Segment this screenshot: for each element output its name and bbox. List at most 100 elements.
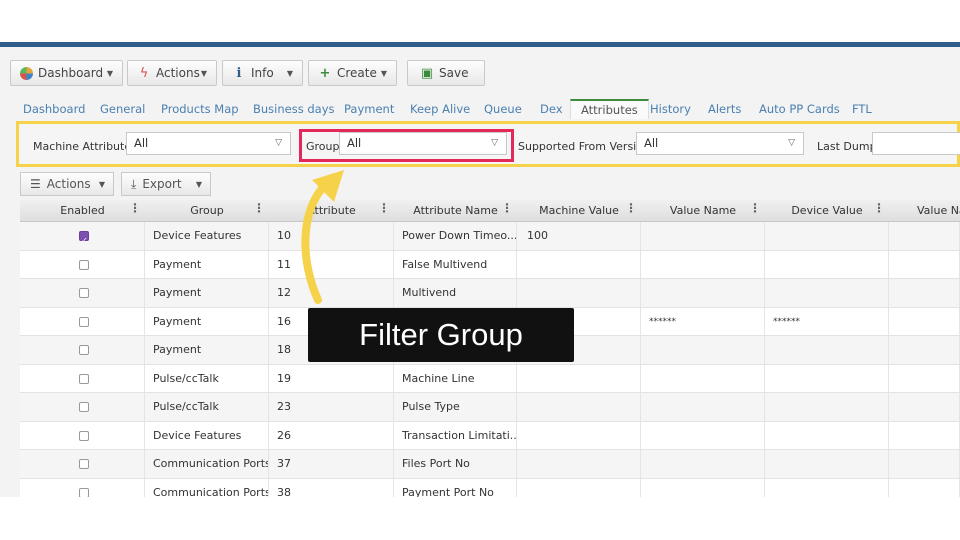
create-button[interactable]: + Create ▼ [308, 60, 397, 86]
chevron-down-icon: ▼ [380, 69, 387, 78]
table-row[interactable]: Device Features10Power Down Timeo...100 [20, 222, 960, 251]
cell-value-name [641, 222, 765, 250]
cell-value-name-2 [889, 250, 960, 279]
supported-from-version-select[interactable]: All ▽ [636, 132, 804, 155]
cell-device-value [765, 336, 889, 364]
last-dump-label: Last Dump: [817, 140, 881, 153]
cell-machine-value [517, 250, 641, 279]
enabled-checkbox[interactable] [79, 288, 89, 298]
tab-dashboard[interactable]: Dashboard [23, 99, 85, 119]
chevron-down-icon: ▼ [106, 69, 113, 78]
cell-device-value [765, 478, 889, 497]
cell-value-name-2 [889, 307, 960, 336]
tab-products-map[interactable]: Products Map [161, 99, 239, 119]
cell-enabled [20, 478, 145, 497]
column-header-attribute-name[interactable]: Attribute Name ⋮ [394, 200, 517, 222]
cell-attribute: 10 [269, 222, 394, 250]
save-icon: ▣ [420, 65, 434, 81]
table-row[interactable]: Communication Ports 38 Payment Port No [20, 478, 960, 497]
export-button[interactable]: ⤓ Export ▼ [121, 172, 211, 196]
column-header-enabled[interactable]: Enabled ⋮ [20, 200, 145, 222]
table-row[interactable]: Pulse/ccTalk 23 Pulse Type [20, 393, 960, 422]
table-row[interactable]: Communication Ports 37 Files Port No [20, 450, 960, 479]
save-button[interactable]: ▣ Save [407, 60, 485, 86]
grid-actions-button[interactable]: ☰ Actions ▼ [20, 172, 114, 196]
cell-machine-value [517, 393, 641, 421]
enabled-checkbox[interactable] [79, 430, 89, 441]
cell-value-name [641, 279, 765, 307]
tab-attributes[interactable]: Attributes [570, 99, 649, 119]
tab-alerts[interactable]: Alerts [708, 99, 741, 119]
tab-general[interactable]: General [100, 99, 145, 119]
group-select[interactable]: All ▽ [339, 132, 507, 155]
machine-attributes-label: Machine Attributes [33, 140, 137, 153]
filter-group-callout: Filter Group [308, 308, 574, 362]
column-header-attribute[interactable]: Attribute ⋮ [269, 200, 394, 222]
tab-queue[interactable]: Queue [484, 99, 522, 119]
actions-button[interactable]: ϟ Actions ▼ [127, 60, 217, 86]
tab-business-days[interactable]: Business days [253, 99, 335, 119]
dropdown-arrow-icon: ▽ [788, 138, 795, 148]
group-value: All [347, 136, 362, 150]
cell-value-name-2 [889, 450, 960, 478]
tab-payment[interactable]: Payment [344, 99, 394, 119]
cell-attribute: 37 [269, 450, 394, 478]
enabled-checkbox[interactable] [79, 459, 89, 469]
cell-attribute-name: Pulse Type [394, 393, 517, 421]
tab-dex[interactable]: Dex [540, 99, 563, 119]
dashboard-button[interactable]: Dashboard ▼ [10, 60, 123, 86]
table-row[interactable]: Payment 12 Multivend [20, 279, 960, 308]
tab-keep-alive[interactable]: Keep Alive [410, 99, 470, 119]
cell-group: Communication Ports [145, 478, 269, 497]
enabled-checkbox[interactable] [79, 373, 89, 384]
cell-attribute: 11 [269, 250, 394, 279]
table-row[interactable]: Pulse/ccTalk 19 Machine Line [20, 364, 960, 393]
grid-header: Enabled ⋮ Group ⋮ Attribute ⋮ Attribute Nam… [20, 200, 960, 222]
chevron-down-icon: ▼ [200, 69, 207, 78]
cell-enabled [20, 250, 145, 279]
machine-attributes-select[interactable]: All ▽ [126, 132, 291, 155]
cell-value-name-2 [889, 336, 960, 364]
chevron-down-icon: ▼ [286, 69, 293, 78]
cell-value-name-2 [889, 421, 960, 450]
enabled-checkbox[interactable] [79, 487, 89, 497]
cell-device-value [765, 279, 889, 307]
tab-history[interactable]: History [650, 99, 691, 119]
enabled-checkbox[interactable] [79, 402, 89, 412]
column-header-value-name-2[interactable]: Value Na [889, 200, 960, 222]
cell-attribute: 12 [269, 279, 394, 307]
grid-toolbar: ☰ Actions ▼ ⤓ Export ▼ [20, 172, 420, 196]
cell-value-name-2 [889, 364, 960, 393]
group-label: Group [306, 140, 340, 153]
enabled-checkbox[interactable] [79, 227, 89, 250]
app-header-strip [0, 42, 960, 47]
grid-actions-label: Actions [46, 177, 91, 191]
cell-group: Payment [145, 279, 269, 307]
cell-group: Pulse/ccTalk [145, 364, 269, 393]
column-header-device-value[interactable]: Device Value ⋮ [765, 200, 889, 222]
save-button-label: Save [439, 66, 469, 80]
column-header-group[interactable]: Group ⋮ [145, 200, 269, 222]
tab-ftl[interactable]: FTL [852, 99, 872, 119]
tab-auto-pp-cards[interactable]: Auto PP Cards [759, 99, 840, 119]
cell-device-value [765, 222, 889, 250]
cell-group: Communication Ports [145, 450, 269, 478]
enabled-checkbox[interactable] [79, 345, 89, 355]
cell-machine-value [517, 478, 641, 497]
cell-machine-value: 100 [517, 222, 641, 250]
table-row[interactable]: Device Features 26 Transaction Limitati... [20, 421, 960, 450]
cell-enabled [20, 336, 145, 364]
enabled-checkbox[interactable] [79, 316, 89, 327]
last-dump-input[interactable] [872, 132, 960, 155]
cell-value-name-2 [889, 279, 960, 307]
enabled-checkbox[interactable] [79, 259, 89, 270]
cell-value-name: ****** [641, 307, 765, 336]
cell-enabled [20, 364, 145, 393]
cell-machine-value [517, 450, 641, 478]
cell-device-value [765, 364, 889, 393]
column-header-machine-value[interactable]: Machine Value ⋮ [517, 200, 641, 222]
column-header-value-name[interactable]: Value Name ⋮ [641, 200, 765, 222]
info-button[interactable]: i Info ▼ [222, 60, 303, 86]
table-row[interactable]: Payment 11 False Multivend [20, 250, 960, 279]
cell-attribute-name: Transaction Limitati... [394, 421, 517, 450]
